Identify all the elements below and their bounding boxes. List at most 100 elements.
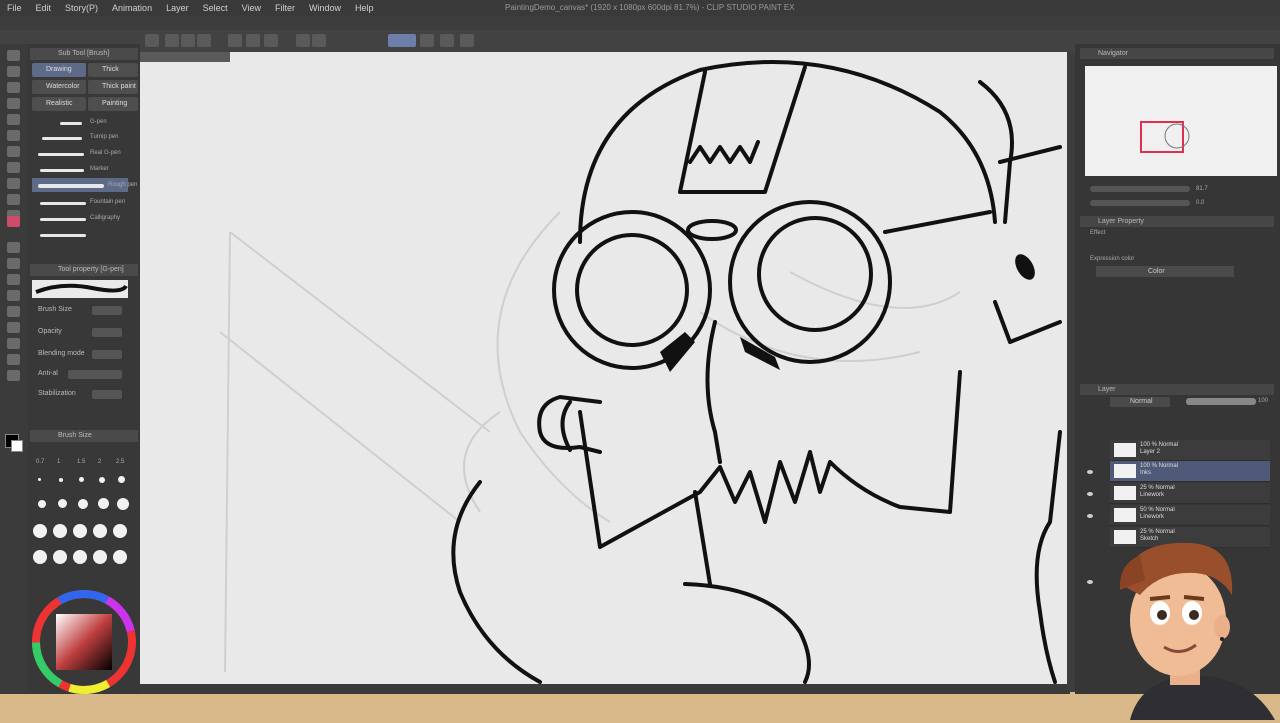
gradient-icon[interactable] <box>7 274 20 285</box>
vertical-scrollbar[interactable] <box>1067 52 1075 692</box>
size-dot[interactable] <box>59 478 63 482</box>
brush-stroke-preview[interactable] <box>38 153 84 156</box>
sub-color-swatch[interactable] <box>11 440 23 452</box>
artwork-illustration[interactable] <box>140 52 1067 684</box>
brush-stroke-preview[interactable] <box>38 184 104 188</box>
brush-icon[interactable] <box>7 178 20 189</box>
tab-drawing[interactable]: Drawing <box>32 63 86 77</box>
antialias-selector[interactable] <box>68 370 122 379</box>
selection-icon[interactable] <box>7 98 20 109</box>
undo-icon[interactable] <box>228 34 242 47</box>
layer-visibility-icon[interactable] <box>1087 514 1093 518</box>
layer-row-selected[interactable]: 100 % Normal Inks <box>1110 461 1270 482</box>
tab-thick-paint[interactable]: Thick paint <box>88 80 138 94</box>
menu-help[interactable]: Help <box>348 0 381 16</box>
fill-icon[interactable] <box>296 34 310 47</box>
snap-icon[interactable] <box>388 34 416 47</box>
size-dot[interactable] <box>38 500 46 508</box>
export-icon[interactable] <box>197 34 211 47</box>
clear-icon[interactable] <box>264 34 278 47</box>
ruler-icon[interactable] <box>420 34 434 47</box>
menu-layer[interactable]: Layer <box>159 0 196 16</box>
tab-thick[interactable]: Thick <box>88 63 138 77</box>
open-icon[interactable] <box>165 34 179 47</box>
expression-color-select[interactable]: Color <box>1096 266 1234 277</box>
auto-select-icon[interactable] <box>7 114 20 125</box>
layer-blend-select[interactable]: Normal <box>1110 397 1170 407</box>
move-icon[interactable] <box>7 66 20 77</box>
size-dot[interactable] <box>73 550 87 564</box>
stabilization-field[interactable] <box>92 390 122 399</box>
text-icon[interactable] <box>7 338 20 349</box>
size-dot[interactable] <box>33 524 47 538</box>
brush-stroke-preview[interactable] <box>40 218 86 221</box>
horizontal-scrollbar[interactable] <box>140 684 1070 694</box>
perspective-icon[interactable] <box>460 34 474 47</box>
operation-icon[interactable] <box>7 82 20 93</box>
tab-realistic[interactable]: Realistic <box>32 97 86 111</box>
brush-stroke-preview[interactable] <box>40 169 84 172</box>
save-icon[interactable] <box>181 34 195 47</box>
pen-icon[interactable] <box>7 146 20 157</box>
ruler-tool-icon[interactable] <box>7 322 20 333</box>
balloon-icon[interactable] <box>7 354 20 365</box>
size-dot[interactable] <box>117 498 129 510</box>
transform-icon[interactable] <box>312 34 326 47</box>
correct-line-icon[interactable] <box>7 370 20 381</box>
grid-icon[interactable] <box>440 34 454 47</box>
brush-stroke-preview[interactable] <box>42 137 82 140</box>
size-dot[interactable] <box>58 499 67 508</box>
rotate-slider[interactable] <box>1090 200 1190 206</box>
size-dot[interactable] <box>38 478 41 481</box>
size-dot[interactable] <box>53 524 67 538</box>
menu-story[interactable]: Story(P) <box>58 0 105 16</box>
tab-painting[interactable]: Painting <box>88 97 138 111</box>
eyedropper-icon[interactable] <box>7 130 20 141</box>
brush-size-field[interactable] <box>92 306 122 315</box>
airbrush-icon[interactable] <box>7 194 20 205</box>
brush-stroke-preview[interactable] <box>60 122 82 125</box>
figure-icon[interactable] <box>7 290 20 301</box>
redo-icon[interactable] <box>246 34 260 47</box>
layer-opacity-slider[interactable] <box>1186 398 1256 405</box>
tab-watercolor[interactable]: Watercolor <box>32 80 86 94</box>
menu-select[interactable]: Select <box>196 0 235 16</box>
size-dot[interactable] <box>118 476 125 483</box>
layer-row[interactable]: 50 % Normal Linework <box>1110 505 1270 526</box>
size-dot[interactable] <box>79 477 84 482</box>
zoom-icon[interactable] <box>7 50 20 61</box>
layer-visibility-icon[interactable] <box>1087 470 1093 474</box>
menu-edit[interactable]: Edit <box>29 0 59 16</box>
blend-mode-select[interactable] <box>92 350 122 359</box>
fill-tool-icon[interactable] <box>7 258 20 269</box>
menu-file[interactable]: File <box>0 0 29 16</box>
menu-animation[interactable]: Animation <box>105 0 159 16</box>
size-dot[interactable] <box>99 477 105 483</box>
blend-icon[interactable] <box>7 242 20 253</box>
layer-row[interactable]: 100 % Normal Layer 2 <box>1110 440 1270 461</box>
drawing-canvas[interactable] <box>140 52 1067 684</box>
size-dot[interactable] <box>33 550 47 564</box>
size-dot[interactable] <box>113 524 127 538</box>
size-dot[interactable] <box>93 550 107 564</box>
size-dot[interactable] <box>78 499 88 509</box>
frame-icon[interactable] <box>7 306 20 317</box>
new-icon[interactable] <box>145 34 159 47</box>
pencil-icon[interactable] <box>7 162 20 173</box>
size-dot[interactable] <box>93 524 107 538</box>
size-dot[interactable] <box>113 550 127 564</box>
navigator-preview[interactable] <box>1085 66 1277 176</box>
layer-visibility-icon[interactable] <box>1087 492 1093 496</box>
brush-stroke-preview[interactable] <box>40 202 86 205</box>
brush-stroke-preview[interactable] <box>40 234 86 237</box>
layer-visibility-icon[interactable] <box>1087 580 1093 584</box>
zoom-slider[interactable] <box>1090 186 1190 192</box>
document-tab[interactable] <box>140 52 230 62</box>
eraser-icon[interactable] <box>7 216 20 227</box>
size-dot[interactable] <box>53 550 67 564</box>
size-dot[interactable] <box>73 524 87 538</box>
menu-filter[interactable]: Filter <box>268 0 302 16</box>
layer-row[interactable]: 25 % Normal Linework <box>1110 483 1270 504</box>
size-dot[interactable] <box>98 498 109 509</box>
menu-view[interactable]: View <box>235 0 268 16</box>
